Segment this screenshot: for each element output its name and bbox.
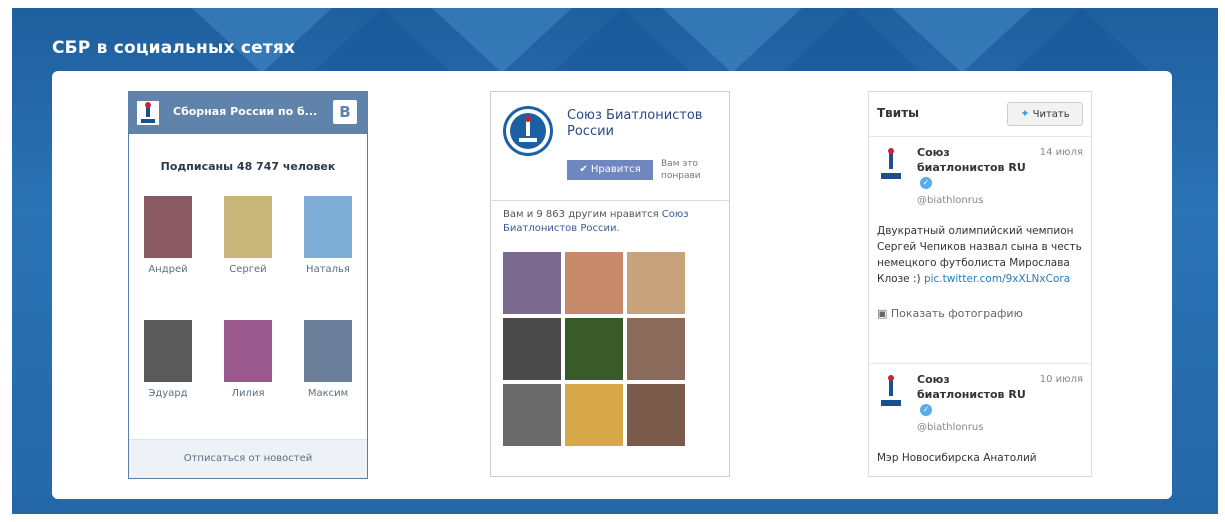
page-logo-icon[interactable]	[503, 106, 553, 156]
avatar[interactable]	[877, 147, 905, 183]
fb-meta-line: Вам это	[661, 159, 699, 169]
avatar[interactable]	[144, 320, 192, 382]
tweet-author[interactable]: Союз биатлонистов RU ✓	[917, 145, 1027, 190]
vk-member[interactable]: Эдуард	[137, 320, 199, 399]
tweet-text: Двукратный олимпийский чемпион Сергей Че…	[877, 223, 1083, 287]
fb-friend-avatar[interactable]	[627, 252, 685, 314]
follow-button[interactable]: ✦ Читать	[1007, 102, 1083, 126]
tweet-date[interactable]: 10 июля	[1040, 374, 1083, 385]
decor-triangle	[432, 8, 572, 73]
photo-icon: ▣	[877, 307, 891, 320]
vk-member[interactable]: Наталья	[297, 196, 359, 275]
vk-header[interactable]: Сборная России по б... В	[129, 92, 367, 134]
vk-member-name[interactable]: Наталья	[297, 264, 359, 275]
vk-unsubscribe-button[interactable]: Отписаться от новостей	[129, 439, 367, 478]
twitter-bird-icon: ✦	[1020, 107, 1030, 120]
tweet-author-name: Союз биатлонистов RU	[917, 146, 1026, 174]
vk-member[interactable]: Максим	[297, 320, 359, 399]
vk-widget: Сборная России по б... В Подписаны 48 74…	[128, 91, 368, 479]
follow-button-label: Читать	[1032, 109, 1070, 120]
fb-friend-avatar[interactable]	[565, 252, 623, 314]
vk-member[interactable]: Андрей	[137, 196, 199, 275]
vk-member-name[interactable]: Андрей	[137, 264, 199, 275]
tweet-text: Мэр Новосибирска Анатолий	[877, 452, 1037, 464]
fb-friend-avatar[interactable]	[503, 318, 561, 380]
fb-friends-count: Вам и 9 863 другим нравится	[503, 209, 662, 220]
tweet-author[interactable]: Союз биатлонистов RU ✓	[917, 372, 1027, 417]
vk-group-title[interactable]: Сборная России по б...	[173, 105, 317, 118]
vk-member-name[interactable]: Эдуард	[137, 388, 199, 399]
vk-member-name[interactable]: Лилия	[217, 388, 279, 399]
decor-triangle	[782, 8, 922, 73]
decor-triangle	[552, 8, 692, 73]
decor-triangle	[1012, 8, 1152, 73]
avatar[interactable]	[304, 320, 352, 382]
tweets-title: Твиты	[877, 106, 919, 120]
vk-member-name[interactable]: Максим	[297, 388, 359, 399]
vk-member[interactable]: Лилия	[217, 320, 279, 399]
avatar[interactable]	[877, 374, 905, 410]
section-title: СБР в социальных сетях	[52, 38, 296, 58]
vk-member[interactable]: Сергей	[217, 196, 279, 275]
fb-page-name[interactable]: Союз Биатлонистов России	[567, 108, 727, 140]
fb-friends-text: Вам и 9 863 другим нравится Союз Биатлон…	[503, 208, 725, 236]
biathlon-logo-icon	[137, 101, 159, 125]
tweet-author-name: Союз биатлонистов RU	[917, 373, 1026, 401]
tweet-handle[interactable]: @biathlonrus	[917, 422, 983, 433]
verified-icon: ✓	[920, 177, 932, 189]
fb-friend-avatar[interactable]	[627, 318, 685, 380]
avatar[interactable]	[304, 196, 352, 258]
vk-subscribers-count: Подписаны 48 747 человек	[160, 160, 336, 173]
avatar[interactable]	[224, 320, 272, 382]
twitter-header: Твиты ✦ Читать	[869, 92, 1091, 137]
verified-icon: ✓	[920, 404, 932, 416]
avatar[interactable]	[144, 196, 192, 258]
show-photo-link[interactable]: ▣ Показать фотографию	[877, 307, 1023, 320]
facebook-widget: Союз Биатлонистов России ✔ Нравится Вам …	[490, 91, 730, 477]
twitter-widget: Твиты ✦ Читать Союз биатлонистов RU ✓ 14 и…	[868, 91, 1092, 477]
fb-friend-avatar[interactable]	[503, 384, 561, 446]
fb-like-meta: Вам это понрави	[661, 158, 701, 182]
fb-page-header: Союз Биатлонистов России ✔ Нравится Вам …	[491, 92, 729, 201]
vk-member-name[interactable]: Сергей	[217, 264, 279, 275]
fb-meta-line: понрави	[661, 171, 701, 181]
tweet-date[interactable]: 14 июля	[1040, 147, 1083, 158]
fb-friend-avatar[interactable]	[565, 384, 623, 446]
avatar[interactable]	[224, 196, 272, 258]
social-section: СБР в социальных сетях Сборная России по…	[12, 8, 1218, 514]
widgets-panel: Сборная России по б... В Подписаны 48 74…	[52, 71, 1172, 499]
tweet[interactable]: Союз биатлонистов RU ✓ 14 июля @biathlonr…	[869, 137, 1091, 364]
decor-triangle	[312, 8, 452, 73]
tweet-handle[interactable]: @biathlonrus	[917, 195, 983, 206]
show-photo-label: Показать фотографию	[890, 307, 1023, 320]
fb-friend-avatar[interactable]	[503, 252, 561, 314]
tweet-link[interactable]: pic.twitter.com/9xXLNxCora	[924, 273, 1070, 285]
fb-friend-avatar[interactable]	[565, 318, 623, 380]
like-button[interactable]: ✔ Нравится	[567, 160, 653, 180]
vk-logo-icon[interactable]: В	[333, 100, 357, 124]
tweet[interactable]: Союз биатлонистов RU ✓ 10 июля @biathlonr…	[869, 364, 1091, 476]
fb-friend-avatar[interactable]	[627, 384, 685, 446]
